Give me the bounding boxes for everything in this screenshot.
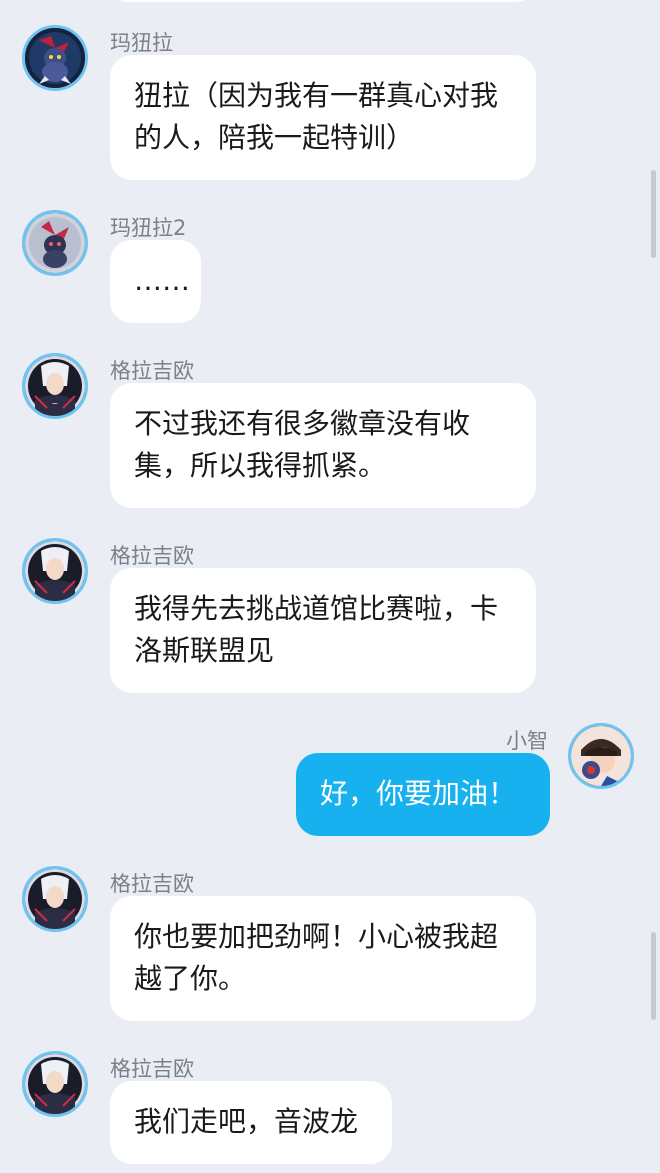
message-bubble[interactable]: 狃拉（因为我有一群真心对我的人，陪我一起特训） bbox=[110, 55, 536, 180]
message-bubble[interactable]: 你也要加把劲啊！小心被我超越了你。 bbox=[110, 896, 536, 1021]
svg-text:~: ~ bbox=[52, 399, 59, 408]
sender-name: 格拉吉欧 bbox=[110, 544, 194, 568]
sender-name: 小智 bbox=[506, 729, 548, 753]
gladion-avatar[interactable]: ~ bbox=[22, 353, 88, 419]
chat-message-list[interactable]: 玛狃拉 狃拉（因为我有一群真心对我的人，陪我一起特训） 玛狃拉2 …… ~ 格拉… bbox=[0, 0, 660, 1173]
sender-name: 玛狃拉2 bbox=[110, 216, 187, 240]
sender-name: 格拉吉欧 bbox=[110, 359, 194, 383]
gladion-avatar[interactable] bbox=[22, 866, 88, 932]
message-bubble[interactable]: 我得先去挑战道馆比赛啦，卡洛斯联盟见 bbox=[110, 568, 536, 693]
gladion-avatar[interactable] bbox=[22, 1051, 88, 1117]
ash-avatar[interactable] bbox=[568, 723, 634, 789]
sender-name: 玛狃拉 bbox=[110, 31, 173, 55]
message-bubble[interactable]: 我们走吧，音波龙 bbox=[110, 1081, 392, 1164]
gladion-avatar[interactable] bbox=[22, 538, 88, 604]
scroll-indicator[interactable] bbox=[651, 170, 656, 258]
message-bubble[interactable]: 不过我还有很多徽章没有收集，所以我得抓紧。 bbox=[110, 383, 536, 508]
message-bubble[interactable]: …… bbox=[110, 240, 201, 323]
previous-message-bubble bbox=[108, 0, 536, 2]
message-bubble-outgoing[interactable]: 好，你要加油！ bbox=[296, 753, 550, 836]
sender-name: 格拉吉欧 bbox=[110, 872, 194, 896]
weavile-avatar[interactable] bbox=[22, 25, 88, 91]
scroll-indicator[interactable] bbox=[651, 932, 656, 1020]
sender-name: 格拉吉欧 bbox=[110, 1057, 194, 1081]
weavile-avatar[interactable] bbox=[22, 210, 88, 276]
